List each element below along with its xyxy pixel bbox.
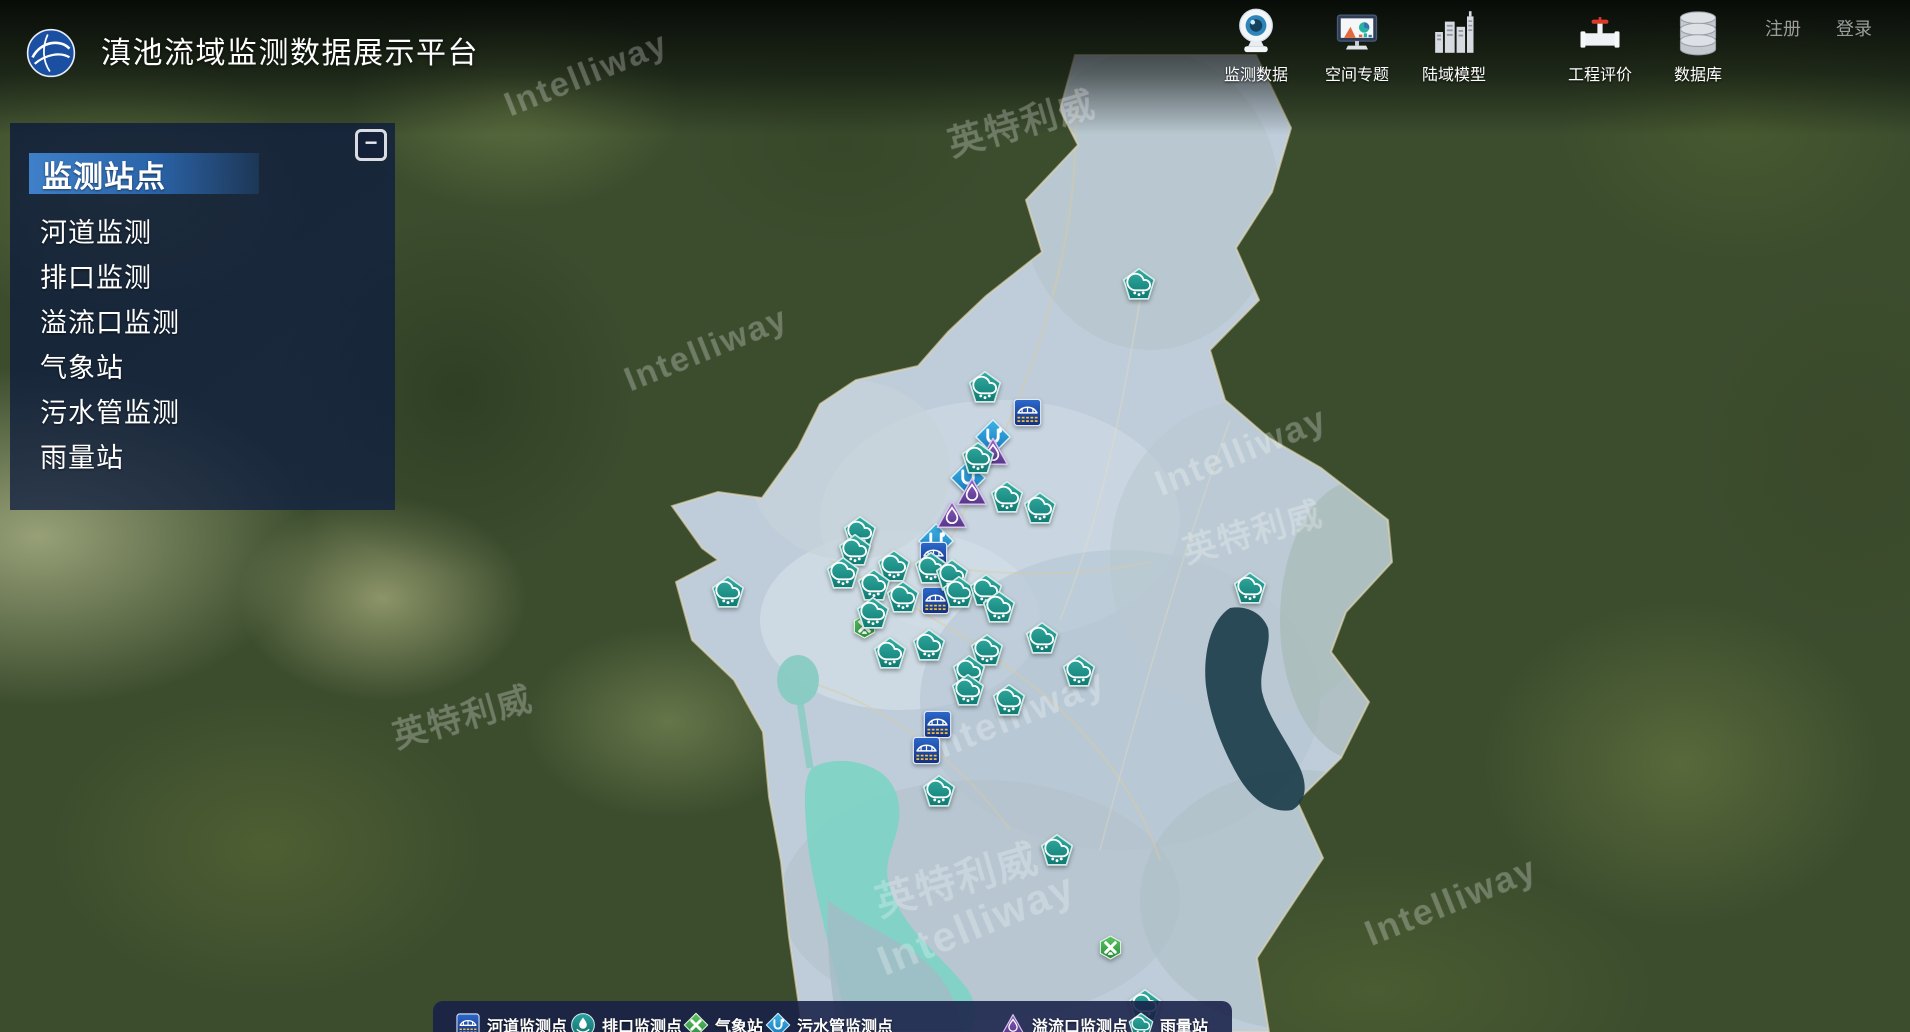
river-station-marker[interactable] xyxy=(911,735,942,766)
nav-item-spatial-theme[interactable]: 空间专题 xyxy=(1313,6,1401,85)
rain-station-marker[interactable] xyxy=(951,673,985,707)
rain-legend-icon xyxy=(1128,1012,1154,1032)
top-header: 滇池流域监测数据展示平台 监测数据 空间专题 陆域模型 工程评价 数据库 注册 登录 xyxy=(0,0,1910,100)
rain-station-marker[interactable] xyxy=(826,556,860,590)
rain-station-marker[interactable] xyxy=(968,370,1002,404)
webcam-icon xyxy=(1230,6,1282,58)
rain-station-marker[interactable] xyxy=(990,480,1024,514)
sidebar-item-outlet-monitor[interactable]: 排口监测 xyxy=(40,256,385,301)
app-window: 英特利威IntelliwayIntelliway英特利威Intelliway英特… xyxy=(0,0,1910,1032)
rain-station-marker[interactable] xyxy=(873,636,907,670)
rain-station-marker[interactable] xyxy=(1122,267,1156,301)
overflow-legend-icon xyxy=(1000,1012,1026,1032)
nav-item-label: 空间专题 xyxy=(1325,61,1389,85)
overflow-station-marker[interactable] xyxy=(935,498,969,532)
database-icon xyxy=(1672,6,1724,58)
legend-item-river[interactable]: 河道监测点 xyxy=(455,1012,567,1032)
legend-item-label: 排口监测点 xyxy=(602,1013,682,1032)
nav-item-database[interactable]: 数据库 xyxy=(1654,6,1742,85)
rain-station-marker[interactable] xyxy=(711,575,745,609)
sidebar-item-sewage-monitor[interactable]: 污水管监测 xyxy=(40,391,385,436)
rain-station-marker[interactable] xyxy=(1023,491,1057,525)
panel-title-bar: 监测站点 xyxy=(29,153,259,194)
legend-item-rain[interactable]: 雨量站 xyxy=(1128,1012,1208,1032)
nav-item-label: 数据库 xyxy=(1674,61,1722,85)
rain-station-marker[interactable] xyxy=(961,441,995,475)
monitoring-stations-panel: − 监测站点 河道监测排口监测溢流口监测气象站污水管监测雨量站 xyxy=(10,123,395,510)
pipe-valve-icon xyxy=(1574,6,1626,58)
legend-item-outlet[interactable]: 排口监测点 xyxy=(570,1012,682,1032)
nav-item-label: 陆域模型 xyxy=(1422,61,1486,85)
page-title: 滇池流域监测数据展示平台 xyxy=(101,28,479,72)
platform-logo-icon xyxy=(26,28,76,78)
city-buildings-icon xyxy=(1428,6,1480,58)
panel-menu-list: 河道监测排口监测溢流口监测气象站污水管监测雨量站 xyxy=(40,211,385,481)
rain-station-marker[interactable] xyxy=(856,596,890,630)
nav-item-project-eval[interactable]: 工程评价 xyxy=(1556,6,1644,85)
rain-station-marker[interactable] xyxy=(922,774,956,808)
sewage-legend-icon xyxy=(765,1012,791,1032)
rain-station-marker[interactable] xyxy=(1040,833,1074,867)
sidebar-item-weather-station[interactable]: 气象站 xyxy=(40,346,385,391)
rain-station-marker[interactable] xyxy=(992,683,1026,717)
nav-item-land-model[interactable]: 陆域模型 xyxy=(1410,6,1498,85)
rain-station-marker[interactable] xyxy=(1025,621,1059,655)
map-legend-bar: 河道监测点 排口监测点 气象站 污水管监测点 溢流口监测点 雨量站 xyxy=(433,1001,1232,1032)
panel-minimize-button[interactable]: − xyxy=(355,129,387,161)
river-legend-icon xyxy=(455,1012,481,1032)
nav-item-label: 监测数据 xyxy=(1224,61,1288,85)
weather-station-marker[interactable] xyxy=(1097,934,1124,961)
register-link[interactable]: 注册 xyxy=(1765,15,1801,41)
legend-item-sewage[interactable]: 污水管监测点 xyxy=(765,1012,893,1032)
rain-station-marker[interactable] xyxy=(1062,654,1096,688)
legend-item-label: 气象站 xyxy=(715,1013,763,1032)
login-link[interactable]: 登录 xyxy=(1836,15,1872,41)
panel-title: 监测站点 xyxy=(29,152,166,196)
legend-item-label: 河道监测点 xyxy=(487,1013,567,1032)
sidebar-item-rain-station[interactable]: 雨量站 xyxy=(40,436,385,481)
legend-item-label: 溢流口监测点 xyxy=(1032,1013,1128,1032)
weather-legend-icon xyxy=(683,1012,709,1032)
sidebar-item-overflow-monitor[interactable]: 溢流口监测 xyxy=(40,301,385,346)
rain-station-marker[interactable] xyxy=(982,590,1016,624)
legend-item-label: 污水管监测点 xyxy=(797,1013,893,1032)
rain-station-marker[interactable] xyxy=(1233,571,1267,605)
legend-item-label: 雨量站 xyxy=(1160,1013,1208,1032)
rain-station-marker[interactable] xyxy=(912,628,946,662)
rain-station-marker[interactable] xyxy=(886,580,920,614)
sidebar-item-river-monitor[interactable]: 河道监测 xyxy=(40,211,385,256)
nav-item-monitoring-data[interactable]: 监测数据 xyxy=(1212,6,1300,85)
legend-item-weather[interactable]: 气象站 xyxy=(683,1012,763,1032)
outlet-legend-icon xyxy=(570,1012,596,1032)
legend-item-overflow[interactable]: 溢流口监测点 xyxy=(1000,1012,1128,1032)
nav-item-label: 工程评价 xyxy=(1568,61,1632,85)
river-station-marker[interactable] xyxy=(1012,397,1043,428)
monitor-chart-icon xyxy=(1331,6,1383,58)
